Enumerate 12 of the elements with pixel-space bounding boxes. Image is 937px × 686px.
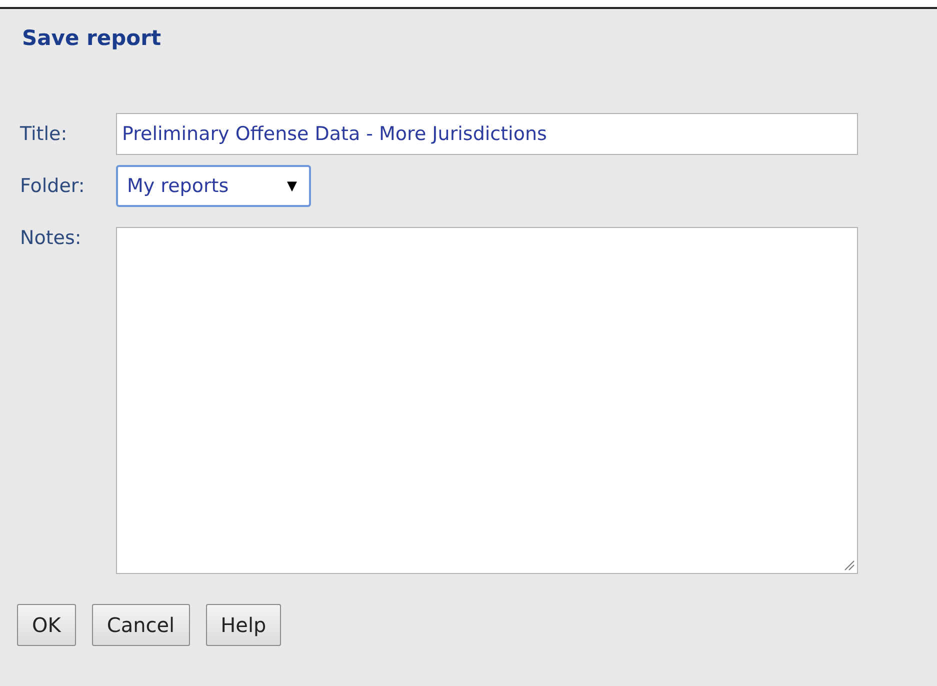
notes-field[interactable]	[116, 227, 858, 574]
resize-grip-icon[interactable]	[843, 559, 855, 571]
dropdown-arrow-icon: ▼	[287, 178, 297, 194]
dialog-button[interactable]: Cancel	[92, 604, 190, 646]
folder-dropdown[interactable]: My reports ▼	[116, 165, 311, 207]
dialog-button[interactable]: Help	[206, 604, 282, 646]
dialog-title: Save report	[22, 27, 162, 49]
field-label: Notes:	[20, 227, 82, 249]
dialog-button[interactable]: OK	[17, 604, 76, 646]
field-label: Folder:	[20, 175, 86, 197]
title-field[interactable]: Preliminary Offense Data - More Jurisdictions	[116, 113, 858, 155]
field-label: Title:	[20, 123, 68, 145]
